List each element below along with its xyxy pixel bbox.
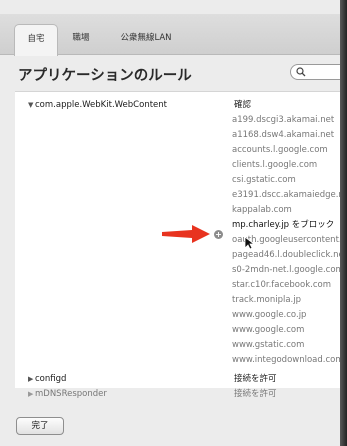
tab-public-wifi[interactable]: 公衆無線LAN — [110, 24, 182, 54]
done-button[interactable]: 完了 — [16, 417, 64, 435]
host-name: mp.charley.jp をブロック — [232, 220, 335, 230]
host-name: accounts.l.google.com — [232, 145, 328, 155]
host-row[interactable]: e3191.dscc.akamaiedge.net — [15, 188, 347, 203]
search-input[interactable] — [290, 64, 347, 80]
process-name: com.apple.WebKit.WebContent — [35, 100, 167, 110]
host-name: star.c10r.facebook.com — [232, 280, 331, 290]
disclosure-collapsed-icon[interactable]: ▶ — [28, 372, 33, 387]
mouse-cursor-icon — [244, 236, 254, 250]
process-name: configd — [35, 374, 67, 384]
rule-action[interactable]: 確認 — [234, 98, 251, 113]
host-name: csi.gstatic.com — [232, 175, 296, 185]
host-name: a1168.dsw4.akamai.net — [232, 130, 335, 140]
tab-home[interactable]: 自宅 — [14, 24, 58, 56]
host-name: www.integodownload.com — [232, 355, 344, 365]
add-rule-icon[interactable]: + — [214, 230, 223, 239]
host-name: www.gstatic.com — [232, 340, 305, 350]
host-row[interactable]: csi.gstatic.com — [15, 173, 347, 188]
host-row[interactable]: www.integodownload.com — [15, 353, 347, 368]
host-row[interactable]: star.c10r.facebook.com — [15, 278, 347, 293]
rule-action[interactable]: 接続を許可 — [234, 387, 277, 402]
host-name: pagead46.l.doubleclick.net — [232, 250, 347, 260]
rule-row-configd[interactable]: ▶ configd 接続を許可 — [15, 372, 347, 387]
host-row[interactable]: www.google.com — [15, 323, 347, 338]
host-row[interactable]: a1168.dsw4.akamai.net — [15, 128, 347, 143]
red-arrow-annotation — [162, 225, 210, 243]
disclosure-collapsed-icon[interactable]: ▶ — [28, 387, 33, 402]
tab-work[interactable]: 職場 — [64, 24, 98, 54]
host-name: track.monipla.jp — [232, 295, 301, 305]
rule-row-mdnsresponder[interactable]: ▶ mDNSResponder 接続を許可 — [15, 387, 347, 402]
host-row[interactable]: www.gstatic.com — [15, 338, 347, 353]
host-name: www.google.com — [232, 325, 305, 335]
host-name: s0-2mdn-net.l.google.com — [232, 265, 344, 275]
host-row[interactable]: clients.l.google.com — [15, 158, 347, 173]
host-row[interactable]: s0-2mdn-net.l.google.com — [15, 263, 347, 278]
host-row[interactable]: a199.dscgi3.akamai.net — [15, 113, 347, 128]
window-edge — [340, 0, 347, 446]
host-row[interactable]: kappalab.com — [15, 203, 347, 218]
host-name: e3191.dscc.akamaiedge.net — [232, 190, 347, 200]
host-name: clients.l.google.com — [232, 160, 318, 170]
host-row[interactable]: accounts.l.google.com — [15, 143, 347, 158]
rule-row-webkit[interactable]: ▼ com.apple.WebKit.WebContent 確認 — [15, 98, 347, 113]
host-row[interactable]: www.google.co.jp — [15, 308, 347, 323]
host-name: a199.dscgi3.akamai.net — [232, 115, 335, 125]
profile-tab-bar: 自宅 職場 公衆無線LAN — [0, 14, 347, 56]
disclosure-expanded-icon[interactable]: ▼ — [28, 98, 33, 113]
host-name: www.google.co.jp — [232, 310, 307, 320]
host-name: kappalab.com — [232, 205, 292, 215]
process-name: mDNSResponder — [35, 389, 107, 399]
search-icon — [296, 67, 306, 77]
host-row[interactable]: pagead46.l.doubleclick.net — [15, 248, 347, 263]
rule-action[interactable]: 接続を許可 — [234, 372, 277, 387]
page-title: アプリケーションのルール — [18, 68, 192, 84]
rules-window: 自宅 職場 公衆無線LAN アプリケーションのルール ▼ com.apple.W… — [0, 0, 347, 446]
host-row[interactable]: track.monipla.jp — [15, 293, 347, 308]
